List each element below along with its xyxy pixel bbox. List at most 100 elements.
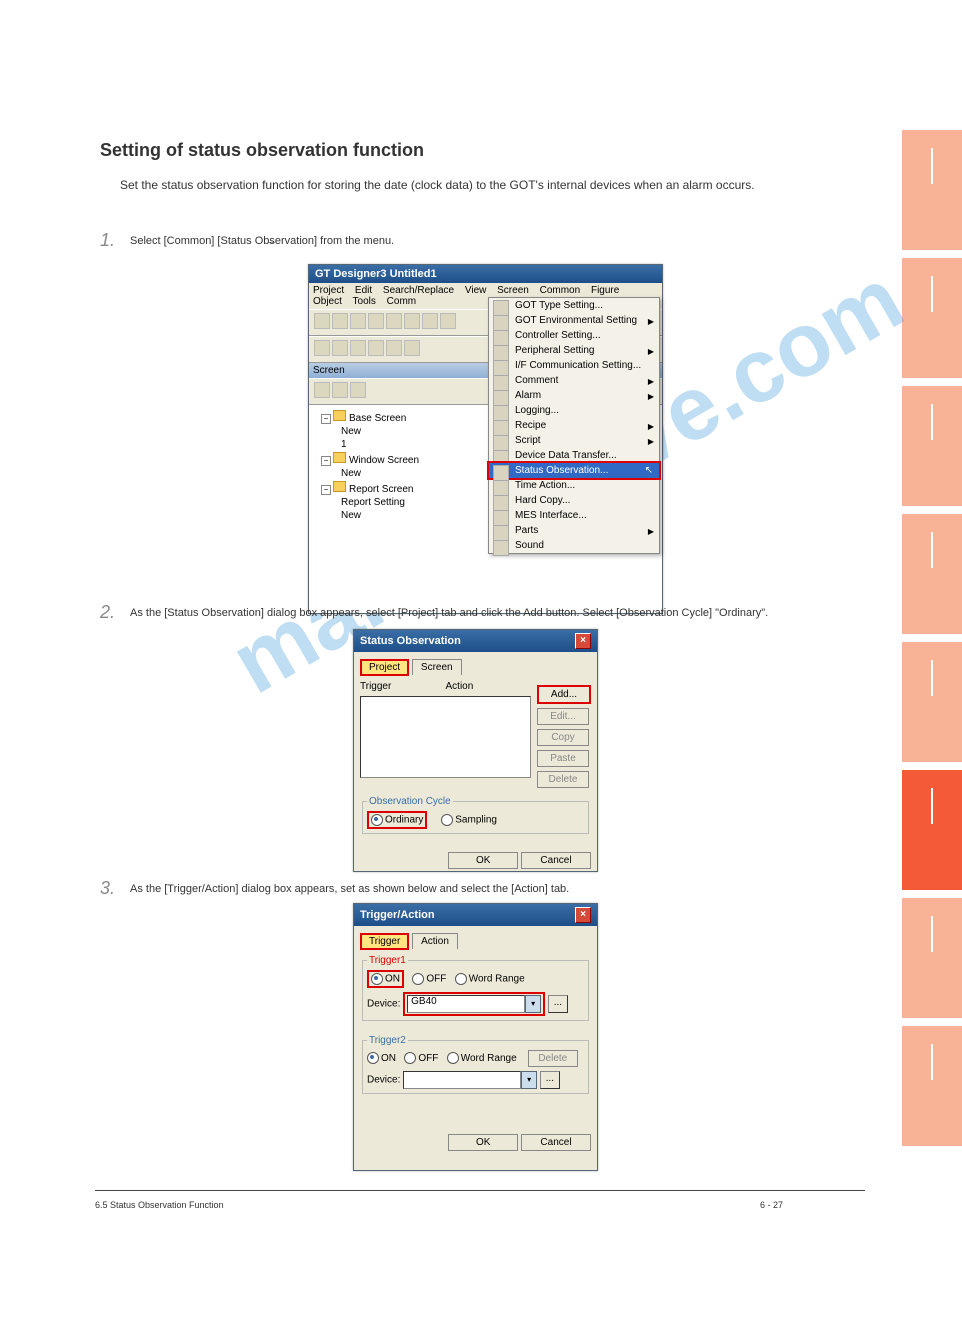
radio-off-1[interactable] (412, 973, 424, 985)
trigger-action-list[interactable] (360, 696, 531, 778)
close-icon[interactable]: × (575, 907, 591, 923)
tab-project[interactable]: Project (360, 659, 409, 676)
side-tab-6-active[interactable] (902, 770, 962, 890)
side-tab-2[interactable] (902, 258, 962, 378)
tree-report[interactable]: Report Screen (349, 484, 413, 495)
trigger2-delete-button[interactable]: Delete (528, 1050, 578, 1067)
cut-icon[interactable] (368, 313, 384, 329)
dd-ifcomm[interactable]: I/F Communication Setting... (489, 358, 659, 373)
gt-title-bar: GT Designer3 Untitled1 (309, 265, 662, 283)
copy-icon[interactable] (386, 313, 402, 329)
side-tab-5[interactable] (902, 642, 962, 762)
step1-num: 1. (100, 230, 115, 251)
dd-alarm[interactable]: Alarm▶ (489, 388, 659, 403)
side-tab-7[interactable] (902, 898, 962, 1018)
dd-recipe[interactable]: Recipe▶ (489, 418, 659, 433)
menu-search[interactable]: Search/Replace (383, 285, 454, 296)
add-button[interactable]: Add... (537, 685, 591, 704)
dd-hard-copy[interactable]: Hard Copy... (489, 493, 659, 508)
dd-controller[interactable]: Controller Setting... (489, 328, 659, 343)
dd-mes[interactable]: MES Interface... (489, 508, 659, 523)
dd-got-type[interactable]: GOT Type Setting... (489, 298, 659, 313)
menu-figure[interactable]: Figure (591, 285, 619, 296)
tool-icon[interactable] (368, 340, 384, 356)
device-combo-2[interactable]: ▾ (521, 1071, 537, 1089)
tool-icon[interactable] (314, 340, 330, 356)
side-tab-1[interactable] (902, 130, 962, 250)
dd-status-observation[interactable]: Status Observation...↖ (489, 463, 659, 478)
tree-new2[interactable]: New (341, 468, 361, 479)
side-tab-3[interactable] (902, 386, 962, 506)
redo-icon[interactable] (440, 313, 456, 329)
radio-on-1[interactable] (371, 973, 383, 985)
radio-off-2[interactable] (404, 1052, 416, 1064)
close-icon[interactable]: × (575, 633, 591, 649)
dd-time-action[interactable]: Time Action... (489, 478, 659, 493)
cancel-button[interactable]: Cancel (521, 1134, 591, 1151)
tab-trigger[interactable]: Trigger (360, 933, 409, 950)
dd-peripheral[interactable]: Peripheral Setting▶ (489, 343, 659, 358)
device-label-1: Device: (367, 999, 400, 1010)
menu-screen[interactable]: Screen (497, 285, 529, 296)
radio-ordinary[interactable] (371, 814, 383, 826)
new-icon[interactable] (314, 313, 330, 329)
tree-reportset[interactable]: Report Setting (341, 497, 405, 508)
trigger2-group: Trigger2 ON OFF Word Range Delete Device… (362, 1035, 589, 1094)
device-browse-2[interactable]: ... (540, 1071, 560, 1089)
dd-device-data[interactable]: Device Data Transfer... (489, 448, 659, 463)
dock-icon[interactable] (350, 382, 366, 398)
menu-edit[interactable]: Edit (355, 285, 372, 296)
device-input-1[interactable]: GB40 (407, 995, 525, 1013)
save-icon[interactable] (350, 313, 366, 329)
radio-sampling[interactable] (441, 814, 453, 826)
menu-comm[interactable]: Comm (387, 296, 416, 307)
tree-new1[interactable]: New (341, 426, 361, 437)
open-icon[interactable] (332, 313, 348, 329)
step3-num: 3. (100, 878, 115, 899)
ok-button[interactable]: OK (448, 1134, 518, 1151)
tool-icon[interactable] (404, 340, 420, 356)
device-combo-1[interactable]: ▾ (525, 995, 541, 1013)
tab-screen[interactable]: Screen (412, 659, 462, 675)
dd-logging[interactable]: Logging... (489, 403, 659, 418)
ok-button[interactable]: OK (448, 852, 518, 869)
dock-icon[interactable] (314, 382, 330, 398)
tree-base[interactable]: Base Screen (349, 413, 406, 424)
dd-script[interactable]: Script▶ (489, 433, 659, 448)
dd-comment[interactable]: Comment▶ (489, 373, 659, 388)
tool-icon[interactable] (332, 340, 348, 356)
tree-new3[interactable]: New (341, 510, 361, 521)
copy-button: Copy (537, 729, 589, 746)
side-tab-8[interactable] (902, 1026, 962, 1146)
dd-parts[interactable]: Parts▶ (489, 523, 659, 538)
cancel-button[interactable]: Cancel (521, 852, 591, 869)
common-menu-dropdown[interactable]: GOT Type Setting... GOT Environmental Se… (488, 297, 660, 554)
menu-common[interactable]: Common (540, 285, 581, 296)
menu-tools[interactable]: Tools (353, 296, 376, 307)
menu-view[interactable]: View (465, 285, 487, 296)
trigger1-group: Trigger1 ON OFF Word Range Device: GB40▾… (362, 955, 589, 1021)
paste-icon[interactable] (404, 313, 420, 329)
tree-window[interactable]: Window Screen (349, 455, 419, 466)
menu-object[interactable]: Object (313, 296, 342, 307)
wordrange-label-2: Word Range (461, 1053, 517, 1064)
tab-action[interactable]: Action (412, 933, 458, 949)
cursor-icon: ↖ (645, 465, 653, 476)
undo-icon[interactable] (422, 313, 438, 329)
radio-on-2[interactable] (367, 1052, 379, 1064)
device-input-2[interactable] (403, 1071, 521, 1089)
side-tab-4[interactable] (902, 514, 962, 634)
tree-1[interactable]: 1 (341, 439, 347, 450)
menu-project[interactable]: Project (313, 285, 344, 296)
obs-cycle-legend: Observation Cycle (367, 796, 453, 807)
dock-icon[interactable] (332, 382, 348, 398)
tool-icon[interactable] (386, 340, 402, 356)
section-intro: Set the status observation function for … (120, 178, 755, 192)
tool-icon[interactable] (350, 340, 366, 356)
trigger-action-dialog: Trigger/Action × Trigger Action Trigger1… (353, 903, 598, 1171)
dd-sound[interactable]: Sound (489, 538, 659, 553)
radio-wordrange-1[interactable] (455, 973, 467, 985)
device-browse-1[interactable]: ... (548, 995, 568, 1013)
dd-got-env[interactable]: GOT Environmental Setting▶ (489, 313, 659, 328)
radio-wordrange-2[interactable] (447, 1052, 459, 1064)
